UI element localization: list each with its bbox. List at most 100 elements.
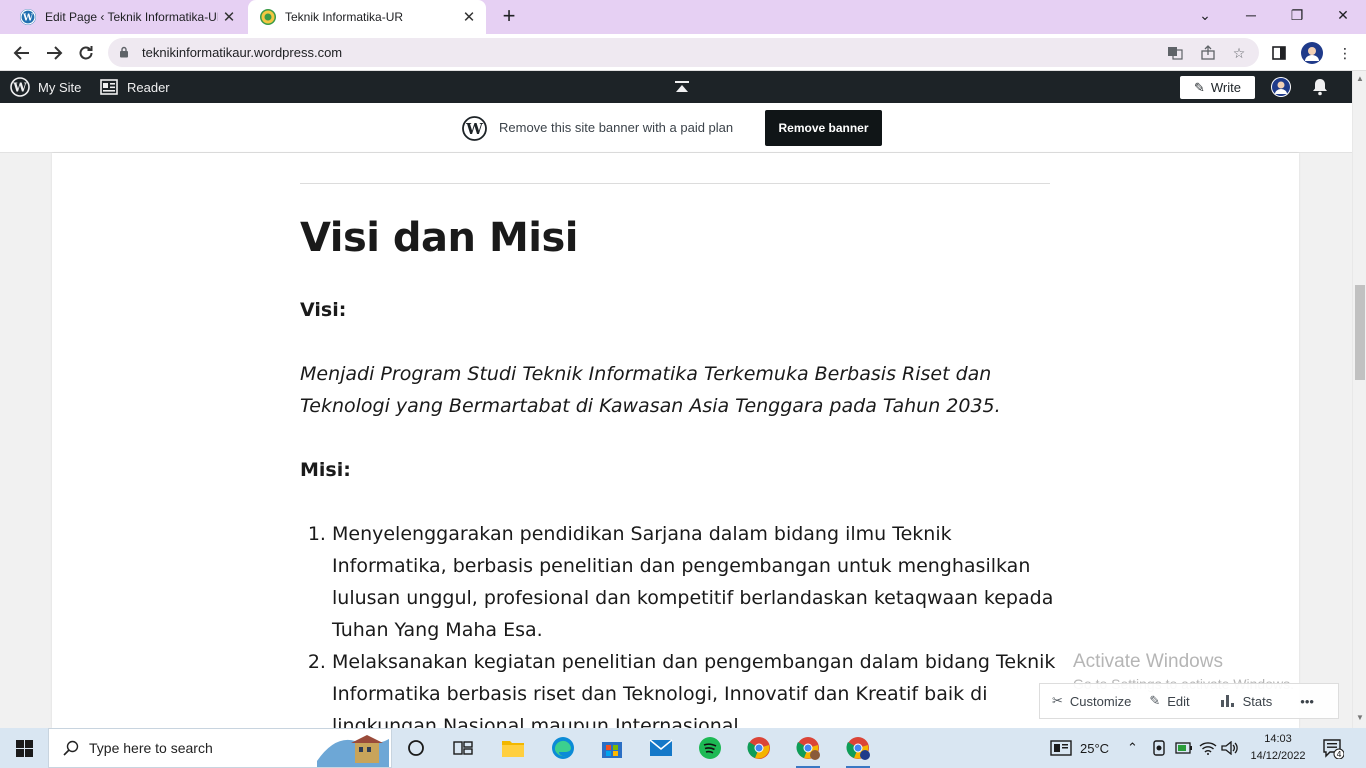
tab-title: Teknik Informatika-UR — [285, 10, 404, 24]
notification-icon: 4 — [1323, 739, 1344, 759]
temperature: 25°C — [1080, 740, 1110, 756]
visi-text: Menjadi Program Studi Teknik Informatika… — [300, 358, 1060, 422]
edge-browser-icon[interactable] — [543, 732, 583, 764]
stats-label: Stats — [1242, 693, 1273, 709]
page-scrollbar[interactable]: ▲ ▼ — [1352, 71, 1366, 728]
customize-label: Customize — [1069, 693, 1132, 709]
close-tab-icon[interactable]: ✕ — [458, 6, 480, 28]
pencil-icon: ✎ — [1149, 693, 1161, 708]
reader-label: Reader — [127, 79, 170, 95]
write-button[interactable]: ✎ Write — [1180, 76, 1255, 99]
account-avatar[interactable] — [1270, 71, 1292, 103]
profile-avatar[interactable] — [1300, 41, 1324, 65]
file-explorer-icon[interactable] — [493, 732, 533, 764]
microsoft-store-icon[interactable] — [592, 732, 632, 764]
more-options-button[interactable]: ••• — [1300, 694, 1314, 709]
scroll-down-arrow-icon[interactable]: ▼ — [1356, 713, 1364, 722]
tab-title: Edit Page ‹ Teknik Informatika-UR — [45, 10, 218, 24]
reader-icon — [100, 79, 118, 95]
separator-line — [300, 183, 1050, 184]
misi-list: Menyelenggarakan pendidikan Sarjana dala… — [300, 518, 1060, 728]
back-button[interactable] — [8, 39, 36, 67]
close-window-button[interactable]: ✕ — [1320, 0, 1366, 30]
back-arrow-icon — [13, 46, 29, 60]
tab-edit-page[interactable]: W Edit Page ‹ Teknik Informatika-UR ✕ — [8, 0, 246, 34]
browser-menu-icon[interactable]: ⋮ — [1333, 41, 1357, 65]
tray-device-icon[interactable] — [1152, 728, 1166, 768]
windows-taskbar: Type here to search 25°C ⌃ 14:03 14/12/2… — [0, 728, 1366, 768]
tab-teknik-informatika[interactable]: Teknik Informatika-UR ✕ — [248, 0, 486, 34]
share-icon[interactable] — [1198, 43, 1218, 63]
my-site-link[interactable]: W My Site — [10, 71, 81, 103]
edit-button[interactable]: ✎ Edit — [1149, 693, 1189, 709]
action-center-button[interactable]: 4 — [1322, 728, 1344, 768]
my-site-label: My Site — [38, 79, 82, 95]
scrollbar-thumb[interactable] — [1355, 285, 1365, 380]
page-title: Visi dan Misi — [300, 215, 578, 261]
lock-icon — [120, 46, 128, 58]
windows-logo-icon — [15, 739, 33, 757]
forward-button[interactable] — [40, 39, 68, 67]
collapse-toolbar-icon[interactable] — [674, 71, 690, 103]
bookmark-star-icon[interactable]: ☆ — [1229, 43, 1249, 63]
misi-heading-text: Misi: — [300, 459, 351, 481]
misi-heading: Misi: — [300, 454, 1060, 486]
taskbar-search-box[interactable]: Type here to search — [48, 728, 392, 768]
tab-search-icon[interactable]: ⌄ — [1182, 0, 1228, 30]
stats-button[interactable]: Stats — [1220, 693, 1273, 709]
system-clock[interactable]: 14:03 14/12/2022 — [1248, 731, 1308, 765]
search-icon — [63, 740, 79, 756]
notifications-bell-icon[interactable] — [1310, 71, 1330, 103]
wordpress-favicon-icon: W — [20, 9, 36, 25]
reload-button[interactable] — [72, 39, 100, 67]
activate-windows-title: Activate Windows — [1073, 651, 1223, 672]
misi-item: Melaksanakan kegiatan penelitian dan pen… — [332, 646, 1060, 728]
tools-icon: ✂ — [1052, 693, 1063, 708]
visi-statement: Menjadi Program Studi Teknik Informatika… — [300, 363, 1001, 417]
restore-button[interactable]: ❐ — [1274, 0, 1320, 30]
visi-heading-text: Visi: — [300, 299, 347, 321]
chrome-active-window-icon[interactable] — [838, 732, 878, 768]
reload-icon — [79, 46, 93, 60]
weather-icon — [1050, 740, 1072, 756]
bar-chart-icon — [1220, 695, 1234, 707]
chrome-profile-icon[interactable] — [788, 732, 828, 768]
clock-time: 14:03 — [1264, 733, 1292, 745]
translate-icon[interactable] — [1165, 43, 1185, 63]
browser-tabstrip: W Edit Page ‹ Teknik Informatika-UR ✕ Te… — [0, 0, 1366, 34]
battery-icon[interactable] — [1175, 728, 1193, 768]
wordpress-logo-icon: W — [10, 77, 30, 97]
svg-text:W: W — [465, 120, 484, 138]
clock-date: 14/12/2022 — [1250, 750, 1306, 762]
customize-button[interactable]: ✂ Customize — [1052, 693, 1131, 709]
pen-icon: ✎ — [1193, 79, 1205, 95]
wifi-icon[interactable] — [1199, 728, 1217, 768]
search-highlight-illustration-icon — [317, 735, 389, 767]
reader-link[interactable]: Reader — [100, 71, 170, 103]
task-view-icon[interactable] — [443, 732, 483, 764]
start-button[interactable] — [0, 728, 48, 768]
minimize-button[interactable]: ─ — [1228, 0, 1274, 30]
banner-message: Remove this site banner with a paid plan — [499, 120, 734, 135]
show-hidden-icons-chevron-icon[interactable]: ⌃ — [1127, 728, 1138, 768]
volume-icon[interactable] — [1221, 728, 1239, 768]
svg-text:W: W — [22, 14, 34, 24]
side-panel-icon[interactable] — [1267, 41, 1291, 65]
address-bar[interactable]: teknikinformatikaur.wordpress.com ☆ — [108, 38, 1259, 67]
weather-widget[interactable]: 25°C — [1050, 728, 1109, 768]
edit-label: Edit — [1167, 693, 1190, 709]
page-content: Visi dan Misi Visi: Menjadi Program Stud… — [52, 153, 1299, 728]
chrome-icon[interactable] — [739, 732, 779, 764]
svg-text:W: W — [12, 81, 27, 95]
scroll-up-arrow-icon[interactable]: ▲ — [1356, 74, 1364, 83]
task-view-button[interactable] — [396, 732, 436, 764]
spotify-icon[interactable] — [690, 732, 730, 764]
close-tab-icon[interactable]: ✕ — [218, 6, 240, 28]
remove-banner-button[interactable]: Remove banner — [765, 110, 882, 146]
visi-heading: Visi: — [300, 294, 1060, 326]
search-placeholder: Type here to search — [89, 740, 213, 756]
cortana-circle-icon — [408, 740, 424, 756]
notification-count: 4 — [1336, 750, 1341, 759]
new-tab-button[interactable]: + — [497, 5, 521, 29]
mail-icon[interactable] — [641, 732, 681, 764]
